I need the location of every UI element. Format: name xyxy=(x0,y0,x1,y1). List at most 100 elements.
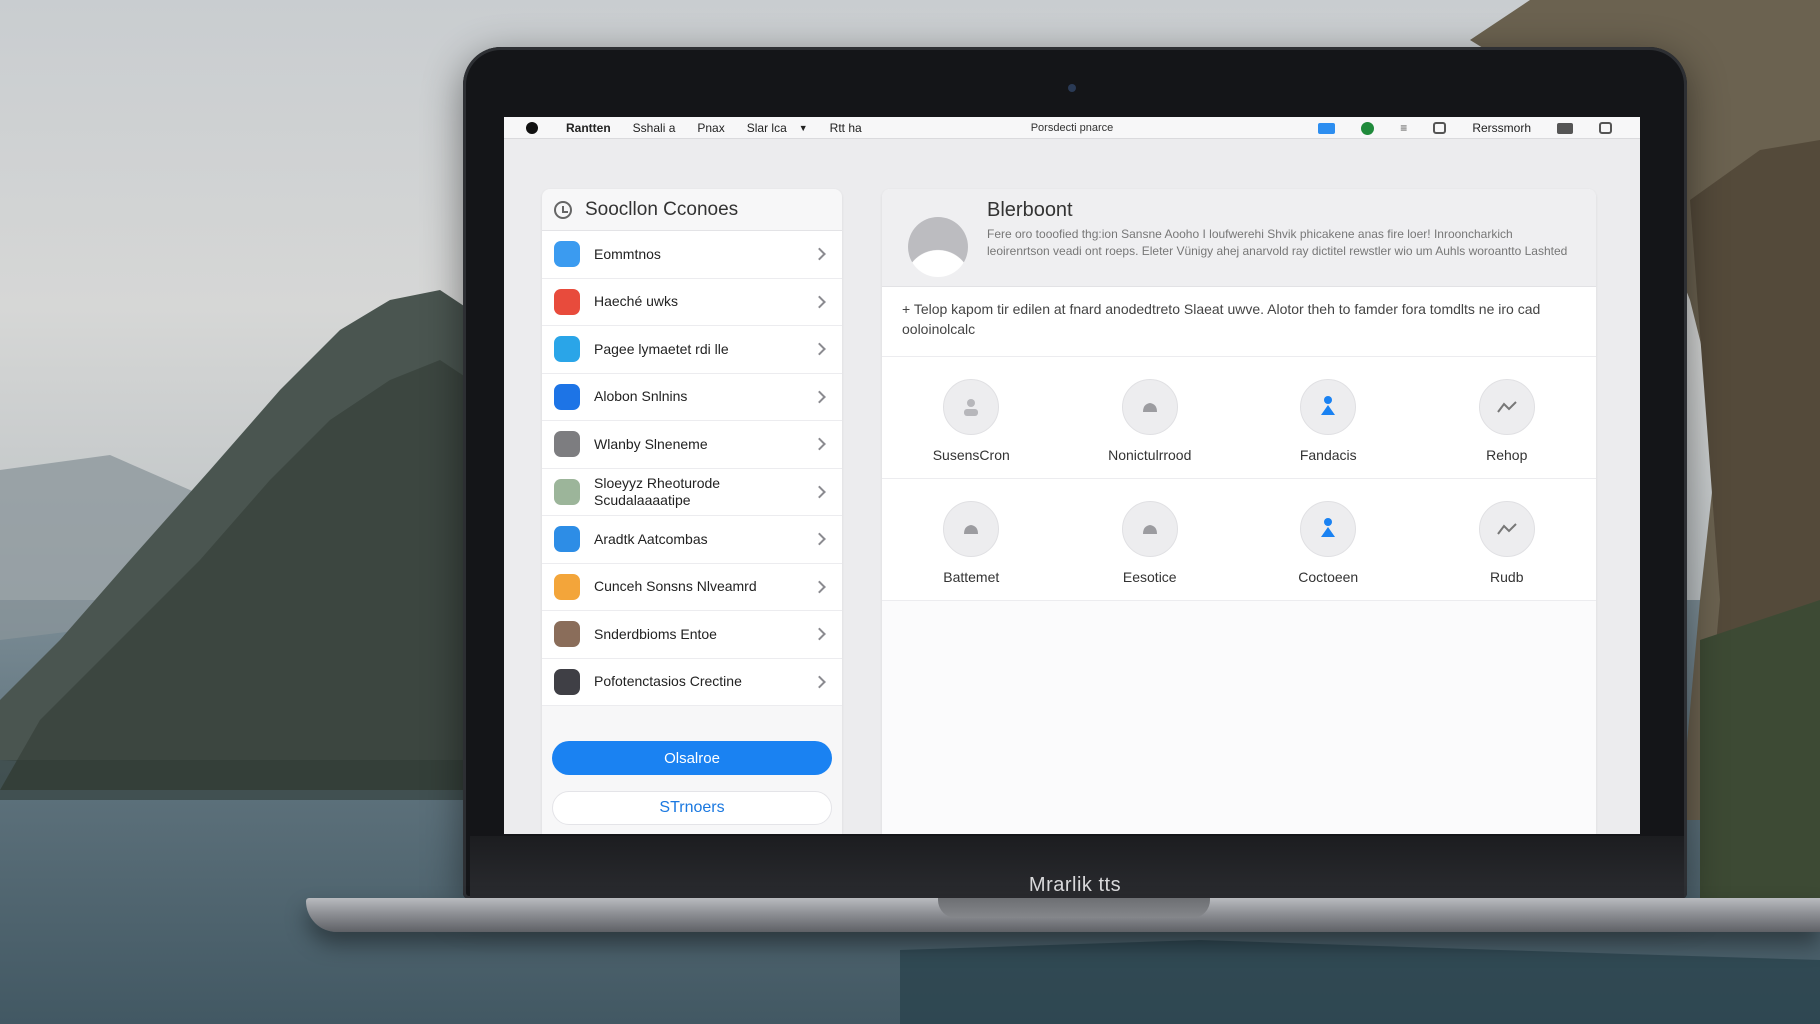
tile-label: Nonictulrrood xyxy=(1108,447,1192,463)
list-icon[interactable]: ≡ xyxy=(1400,121,1407,135)
sidebar-item[interactable]: Alobon Snlnins xyxy=(542,373,842,421)
app-icon xyxy=(554,336,580,363)
sidebar-item[interactable]: Pofotenctasios Crectine xyxy=(542,658,842,706)
sidebar-item[interactable]: Aradtk Aatcombas xyxy=(542,516,842,564)
sidebar-item-label: Haeché uwks xyxy=(594,293,679,310)
laptop-screen: Rantten Sshali a Pnax Slar lca ▼ Rtt ha … xyxy=(504,117,1640,834)
app-icon xyxy=(554,526,580,553)
menu-item-3[interactable]: Pnax xyxy=(697,121,724,135)
sidebar-item-label: Pagee lymaetet rdi lle xyxy=(594,340,729,357)
menu-right-label[interactable]: Rerssmorh xyxy=(1472,121,1531,135)
sidebar-item[interactable]: Cunceh Sonsns Nlveamrd xyxy=(542,563,842,611)
sidebar-item-label: Alobon Snlnins xyxy=(594,388,688,405)
sidebar-item-label: Aradtk Aatcombas xyxy=(594,530,708,547)
main-panel: Blerboont Fere oro tooofied thg:ion Sans… xyxy=(882,189,1596,834)
avatar[interactable] xyxy=(908,217,968,277)
app-icon xyxy=(554,621,580,648)
cloud-icon xyxy=(943,501,1000,557)
chevron-right-icon xyxy=(813,532,826,546)
feature-tile[interactable]: Battemet xyxy=(882,479,1061,600)
menu-item-2[interactable]: Sshali a xyxy=(633,121,676,135)
tile-label: Rudb xyxy=(1490,569,1524,585)
chevron-right-icon xyxy=(813,675,826,689)
feature-tile[interactable]: Nonictulrrood xyxy=(1061,357,1240,478)
chevron-right-icon xyxy=(813,247,826,261)
camera-dot xyxy=(1068,84,1076,92)
chevron-right-icon xyxy=(813,580,826,594)
sidebar-item-label: Sloeyyz Rheoturode Scudalaaaatipe xyxy=(594,474,721,508)
menu-item-4[interactable]: Slar lca xyxy=(747,121,787,135)
sidebar-item[interactable]: Sloeyyz Rheoturode Scudalaaaatipe xyxy=(542,468,842,516)
tile-label: Coctoeen xyxy=(1298,569,1359,585)
sidebar-list: Eommtnos Haeché uwks Pagee lymaetet rdi ll… xyxy=(542,231,842,706)
feature-tile[interactable]: SusensCron xyxy=(882,357,1061,478)
sidebar: Soocllon Cconoes Eommtnos Haeché uwks Page… xyxy=(542,189,842,834)
feature-tile[interactable]: Fandacis xyxy=(1239,357,1418,478)
tile-label: Battemet xyxy=(943,569,1000,585)
tile-row-1: SusensCron Nonictulrrood Fandacis Rehop xyxy=(882,357,1596,479)
chevron-right-icon xyxy=(813,437,826,451)
sidebar-item[interactable]: Haeché uwks xyxy=(542,278,842,326)
battery-icon[interactable] xyxy=(1557,122,1573,134)
sidebar-item-label: Snderdbioms Entoe xyxy=(594,625,717,642)
tile-label: Fandacis xyxy=(1299,447,1357,463)
person-blue-icon xyxy=(1300,501,1357,557)
chevron-right-icon xyxy=(813,295,826,309)
menu-bar: Rantten Sshali a Pnax Slar lca ▼ Rtt ha … xyxy=(504,117,1640,139)
profile-title: Blerboont xyxy=(987,199,1073,221)
feature-tile[interactable]: Rehop xyxy=(1418,357,1597,478)
person-icon xyxy=(943,379,1000,435)
cloud-icon xyxy=(1121,501,1178,557)
trend-icon xyxy=(1478,501,1535,557)
feature-tile[interactable]: Eesotice xyxy=(1061,479,1240,600)
sidebar-item-label: Eommtnos xyxy=(594,245,661,262)
sidebar-item[interactable]: Wlanby Slneneme xyxy=(542,421,842,469)
tile-label: Rehop xyxy=(1486,447,1528,463)
clock-icon xyxy=(554,200,572,219)
sidebar-item[interactable]: Snderdbioms Entoe xyxy=(542,611,842,659)
trend-icon xyxy=(1478,379,1535,435)
sidebar-item[interactable]: Eommtnos xyxy=(542,231,842,279)
apple-logo-icon[interactable] xyxy=(526,121,538,134)
status-dot-icon[interactable] xyxy=(1361,121,1375,135)
app-icon xyxy=(554,288,580,315)
primary-button[interactable]: Olsalroe xyxy=(552,741,832,775)
app-icon xyxy=(554,241,580,268)
sidebar-header: Soocllon Cconoes xyxy=(542,189,842,231)
person-blue-icon xyxy=(1300,379,1357,435)
caret-down-icon[interactable]: ▼ xyxy=(799,123,808,133)
feature-tile[interactable]: Coctoeen xyxy=(1239,479,1418,600)
menu-app-name[interactable]: Rantten xyxy=(566,121,611,135)
app-icon xyxy=(554,383,580,410)
sidebar-item-label: Pofotenctasios Crectine xyxy=(594,673,742,690)
chevron-right-icon xyxy=(813,627,826,641)
secondary-button[interactable]: STrnoers xyxy=(552,791,832,825)
app-icon xyxy=(554,478,580,505)
settings-icon[interactable] xyxy=(1433,122,1447,134)
feature-tile[interactable]: Rudb xyxy=(1418,479,1597,600)
profile-header: Blerboont Fere oro tooofied thg:ion Sans… xyxy=(882,189,1596,287)
tile-label: Eesotice xyxy=(1122,569,1177,585)
sidebar-title: Soocllon Cconoes xyxy=(585,198,739,220)
content-area xyxy=(882,601,1596,834)
sidebar-item[interactable]: Pagee lymaetet rdi lle xyxy=(542,326,842,374)
chevron-right-icon xyxy=(813,390,826,404)
sidebar-item-label: Cunceh Sonsns Nlveamrd xyxy=(594,578,757,595)
tile-label: SusensCron xyxy=(932,447,1010,463)
menu-status-area: ≡ Rerssmorh xyxy=(1318,117,1612,139)
control-center-icon[interactable] xyxy=(1599,122,1612,134)
app-icon xyxy=(554,573,580,600)
chevron-right-icon xyxy=(813,485,826,499)
screen-icon[interactable] xyxy=(1318,122,1336,134)
notice-text: + Telop kapom tir edilen at fnard anoded… xyxy=(882,287,1596,357)
profile-description: Fere oro tooofied thg:ion Sansne Aooho I… xyxy=(987,227,1568,258)
laptop-brand-label: Mrarlik tts xyxy=(1028,874,1122,896)
chevron-right-icon xyxy=(813,342,826,356)
cloud-icon xyxy=(1121,379,1178,435)
laptop-notch xyxy=(938,898,1210,918)
app-icon xyxy=(554,431,580,458)
menu-item-5[interactable]: Rtt ha xyxy=(830,121,862,135)
app-icon xyxy=(554,668,580,695)
tile-row-2: Battemet Eesotice Coctoeen Rudb xyxy=(882,479,1596,601)
sidebar-item-label: Wlanby Slneneme xyxy=(594,435,708,452)
